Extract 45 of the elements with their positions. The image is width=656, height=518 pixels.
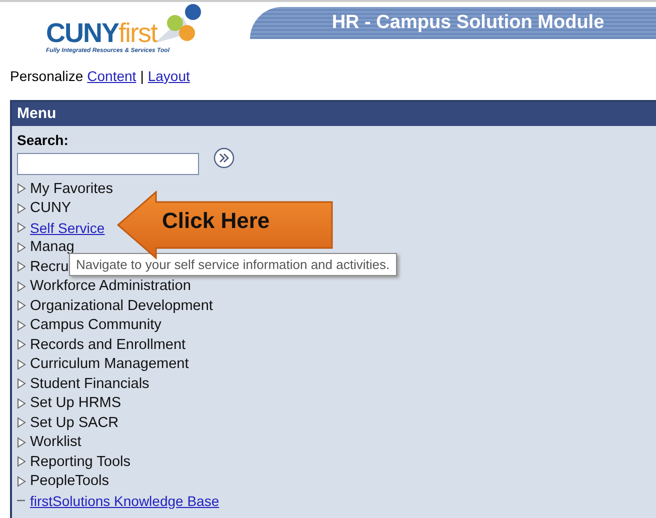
logo-brand: CUNYfirst xyxy=(46,18,158,48)
expand-triangle-icon[interactable] xyxy=(17,242,26,253)
expand-triangle-icon[interactable] xyxy=(17,476,26,487)
search-label: Search: xyxy=(17,132,68,148)
expand-triangle-icon[interactable] xyxy=(17,202,26,214)
menu-item[interactable]: CUNY xyxy=(30,200,72,216)
separator-text: | xyxy=(140,68,144,84)
menu-item[interactable]: Manag xyxy=(30,239,74,256)
tooltip: Navigate to your self service information and activities. xyxy=(69,253,397,276)
expand-triangle-icon[interactable] xyxy=(17,300,26,312)
expand-triangle-icon[interactable] xyxy=(17,222,26,234)
menu-link[interactable]: firstSolutions Knowledge Base xyxy=(30,492,220,509)
menu-item[interactable]: Records and Enrollment xyxy=(30,336,186,353)
expand-triangle-icon[interactable] xyxy=(17,378,26,390)
search-field[interactable] xyxy=(17,153,199,175)
expand-triangle-icon[interactable] xyxy=(17,183,26,194)
expand-triangle-icon[interactable] xyxy=(17,261,26,272)
callout-text: Click Here xyxy=(162,208,270,234)
expand-triangle-icon[interactable] xyxy=(17,436,26,448)
go-button-icon[interactable] xyxy=(213,147,235,169)
menu-item[interactable]: Set Up HRMS xyxy=(30,395,122,412)
expand-triangle-icon[interactable] xyxy=(17,280,26,292)
expand-triangle-icon[interactable] xyxy=(17,320,26,331)
menu-title: Menu xyxy=(17,105,56,122)
menu-item[interactable]: Set Up SACR xyxy=(30,414,119,431)
menu-item[interactable]: Reporting Tools xyxy=(30,454,130,470)
menu-item[interactable]: Organizational Development xyxy=(30,298,213,314)
expand-triangle-icon[interactable] xyxy=(17,398,26,409)
menu-item[interactable]: Curriculum Management xyxy=(30,356,189,372)
expand-triangle-icon[interactable] xyxy=(17,417,26,428)
menu-item[interactable]: Workforce Administration xyxy=(30,278,191,294)
banner-title: HR - Campus Solution Module xyxy=(332,12,604,34)
expand-triangle-icon[interactable] xyxy=(17,456,26,468)
menu-item[interactable]: Recru xyxy=(30,258,69,275)
expand-triangle-icon[interactable] xyxy=(17,358,26,370)
expand-triangle-icon[interactable] xyxy=(17,339,26,350)
personalize-link[interactable]: Content xyxy=(87,68,136,84)
personalize-label: Personalize xyxy=(10,68,84,84)
menu-item[interactable]: PeopleTools xyxy=(30,473,109,490)
menu-item[interactable]: Worklist xyxy=(30,434,82,450)
menu-item[interactable]: My Favorites xyxy=(30,180,113,197)
personalize-link[interactable]: Layout xyxy=(148,68,190,84)
menu-link[interactable]: Self Service xyxy=(30,220,105,236)
menu-item[interactable]: Student Financials xyxy=(30,376,150,392)
menu-item[interactable]: Campus Community xyxy=(30,317,162,334)
